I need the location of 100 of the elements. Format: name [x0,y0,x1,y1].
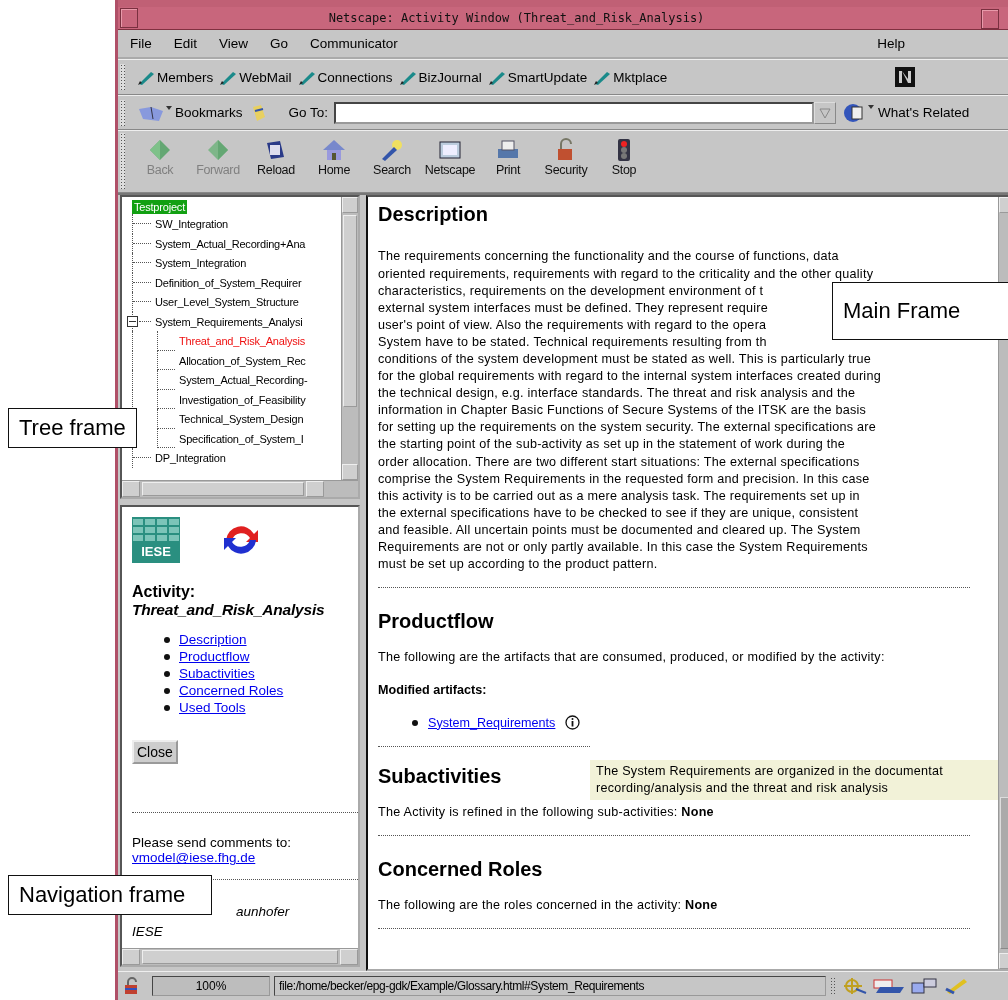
bookmark-link[interactable]: SmartUpdate [487,69,588,86]
globe-page-icon[interactable] [842,101,877,124]
tree-item[interactable]: Investigation_of_Feasibility [179,393,306,406]
menu-item[interactable]: Go [258,36,299,51]
tree-item[interactable]: User_Level_System_Structure [155,296,299,309]
toolbar-button[interactable]: Print [479,131,537,178]
description-line: oriented requirements, requirements with regard to the criticality and the other quality [378,265,874,283]
toolbar-button[interactable]: Security [537,131,595,178]
window-menu-button[interactable] [120,7,138,28]
go-to-label: Go To: [288,105,329,121]
menu-item[interactable]: Edit [161,36,208,51]
window-title: Netscape: Activity Window (Threat_and_Risk_Analysis) [328,10,706,25]
iese-logo: IESE [132,517,180,564]
mailbox-icon[interactable] [872,977,906,996]
collapse-toggle[interactable] [127,316,138,328]
subactivities-text: The Activity is refined in the following sub-activities: None [378,804,715,822]
bookmark-link[interactable]: BizJournal [398,69,482,86]
callout-label: Navigation frame [8,875,213,915]
email-link[interactable]: vmodel@iese.fhg.de [132,850,256,866]
footer-text: aunhofer [235,903,291,922]
description-line: must be set up according to the product pattern. [378,556,658,574]
description-line: characteristics, requirements on the development environment of t [378,282,764,300]
tree-item[interactable]: System_Actual_Recording+Ana [155,237,306,250]
pen-icon[interactable] [137,69,155,86]
description-line: user's point of view. Also the requirements with regard to the opera [378,316,767,334]
description-line: and feasible. All uncertain points must be documented and cleared up. The System [378,521,861,539]
dropdown-button[interactable] [814,101,837,124]
section-link[interactable]: Subactivities [179,666,255,682]
section-heading: Productflow [378,610,494,634]
location-field[interactable] [334,101,815,124]
bookmark-link[interactable]: Mktplace [593,69,668,86]
description-line: this activity is to be carried out as a mere analysis task. The requirements set up in [378,487,860,505]
pen-icon[interactable] [593,69,612,86]
menu-item[interactable]: View [207,36,259,51]
section-link[interactable]: Productflow [179,649,250,665]
pen-icon[interactable] [297,69,316,86]
pen-icon[interactable] [944,977,970,996]
section-heading: Description [378,203,489,227]
tree-item[interactable]: System_Integration [155,257,247,270]
close-button[interactable]: Close [132,740,178,765]
toolbar-grip[interactable] [120,64,125,91]
info-icon[interactable] [565,715,581,731]
whats-related-button[interactable]: What's Related [842,101,970,124]
description-line: comprise the System Requirements in the requested form and precision. In this case [378,470,870,488]
vertical-scrollbar[interactable] [341,197,358,481]
toolbar-button[interactable]: Netscape [421,131,479,178]
activity-heading: Activity: [132,583,197,602]
tree-item[interactable]: System_Actual_Recording- [179,374,308,387]
toolbar-button[interactable]: Stop [595,131,653,178]
productflow-text: The following are the artifacts that are consumed, produced, or modified by the activity: [378,649,886,667]
menu-item[interactable]: File [118,36,162,51]
chat-icon[interactable] [910,977,940,996]
tree-item[interactable]: Specification_of_System_I [179,432,304,445]
section-heading: Concerned Roles [378,858,543,882]
footer-text: IESE [132,923,164,942]
roles-text: The following are the roles concerned in the activity: None [378,897,719,915]
description-line: Requirements are not or only partly available. In this case the System Requirements [378,539,868,556]
tree-item[interactable]: Technical_System_Design [179,413,304,426]
horizontal-scrollbar[interactable] [122,948,358,966]
pen-icon[interactable] [398,69,417,86]
section-heading: Subactivities [378,765,502,789]
toolbar-button[interactable]: Search [363,131,421,178]
pen-icon[interactable] [487,69,506,86]
section-link[interactable]: Description [179,632,247,648]
toolbar-grip[interactable] [120,99,125,126]
menu-item[interactable]: Help [865,36,1008,51]
description-line: information in Chapter Basic Functions of Secure Systems of the ITSK are the basis [378,402,867,420]
callout-label: Main Frame [832,282,1008,340]
bookmarks-button[interactable]: Bookmarks [137,102,243,123]
progress-field: 100% [152,976,270,997]
callout-label: Tree frame [8,408,137,448]
description-line: System have to be stated. Technical requirements resulting from th [378,333,767,351]
tree-item[interactable]: DP_Integration [155,452,226,465]
tree-item[interactable]: Threat_and_Risk_Analysis [179,335,306,348]
horizontal-scrollbar[interactable] [122,480,358,498]
pen-icon[interactable] [219,69,238,86]
tree-item[interactable]: Definition_of_System_Requirer [155,276,302,289]
toolbar-grip[interactable] [120,133,125,190]
description-line: the starting point of the sub-activity as set up in the statement of work during the [378,436,845,454]
section-link[interactable]: Used Tools [179,700,246,716]
artifact-link[interactable]: System_Requirements [428,715,556,730]
tree-item[interactable]: SW_Integration [155,218,229,231]
tree-item[interactable]: Allocation_of_System_Rec [179,354,306,367]
description-line: the external specifications have to be checked to see if they are unique, consistent [378,504,859,522]
activity-name: Threat_and_Risk_Analysis [132,601,326,620]
menu-item[interactable]: Communicator [298,36,408,51]
bookmark-link[interactable]: WebMail [219,69,292,86]
comments-text: Please send comments to: [132,835,293,851]
n-logo-icon[interactable] [895,67,915,88]
description-line: conditions of the system development must be stated as well. This is particularly true [378,351,872,368]
description-line: The requirements concerning the functionality and the course of functions, data [378,248,839,266]
section-link[interactable]: Concerned Roles [179,683,284,699]
toolbar-button[interactable]: Home [305,131,363,178]
toolbar-button[interactable]: Reload [247,131,305,178]
description-line: for the global requirements with regard to the internal system interfaces created during [378,368,881,386]
bookmark-link[interactable]: Members [137,69,214,86]
bookmark-link[interactable]: Connections [297,69,393,86]
description-line: external system interfaces must be defined. They represent require [378,299,769,317]
tree-item[interactable]: System_Requirements_Analysi [155,315,303,328]
minimize-button[interactable] [981,9,999,29]
